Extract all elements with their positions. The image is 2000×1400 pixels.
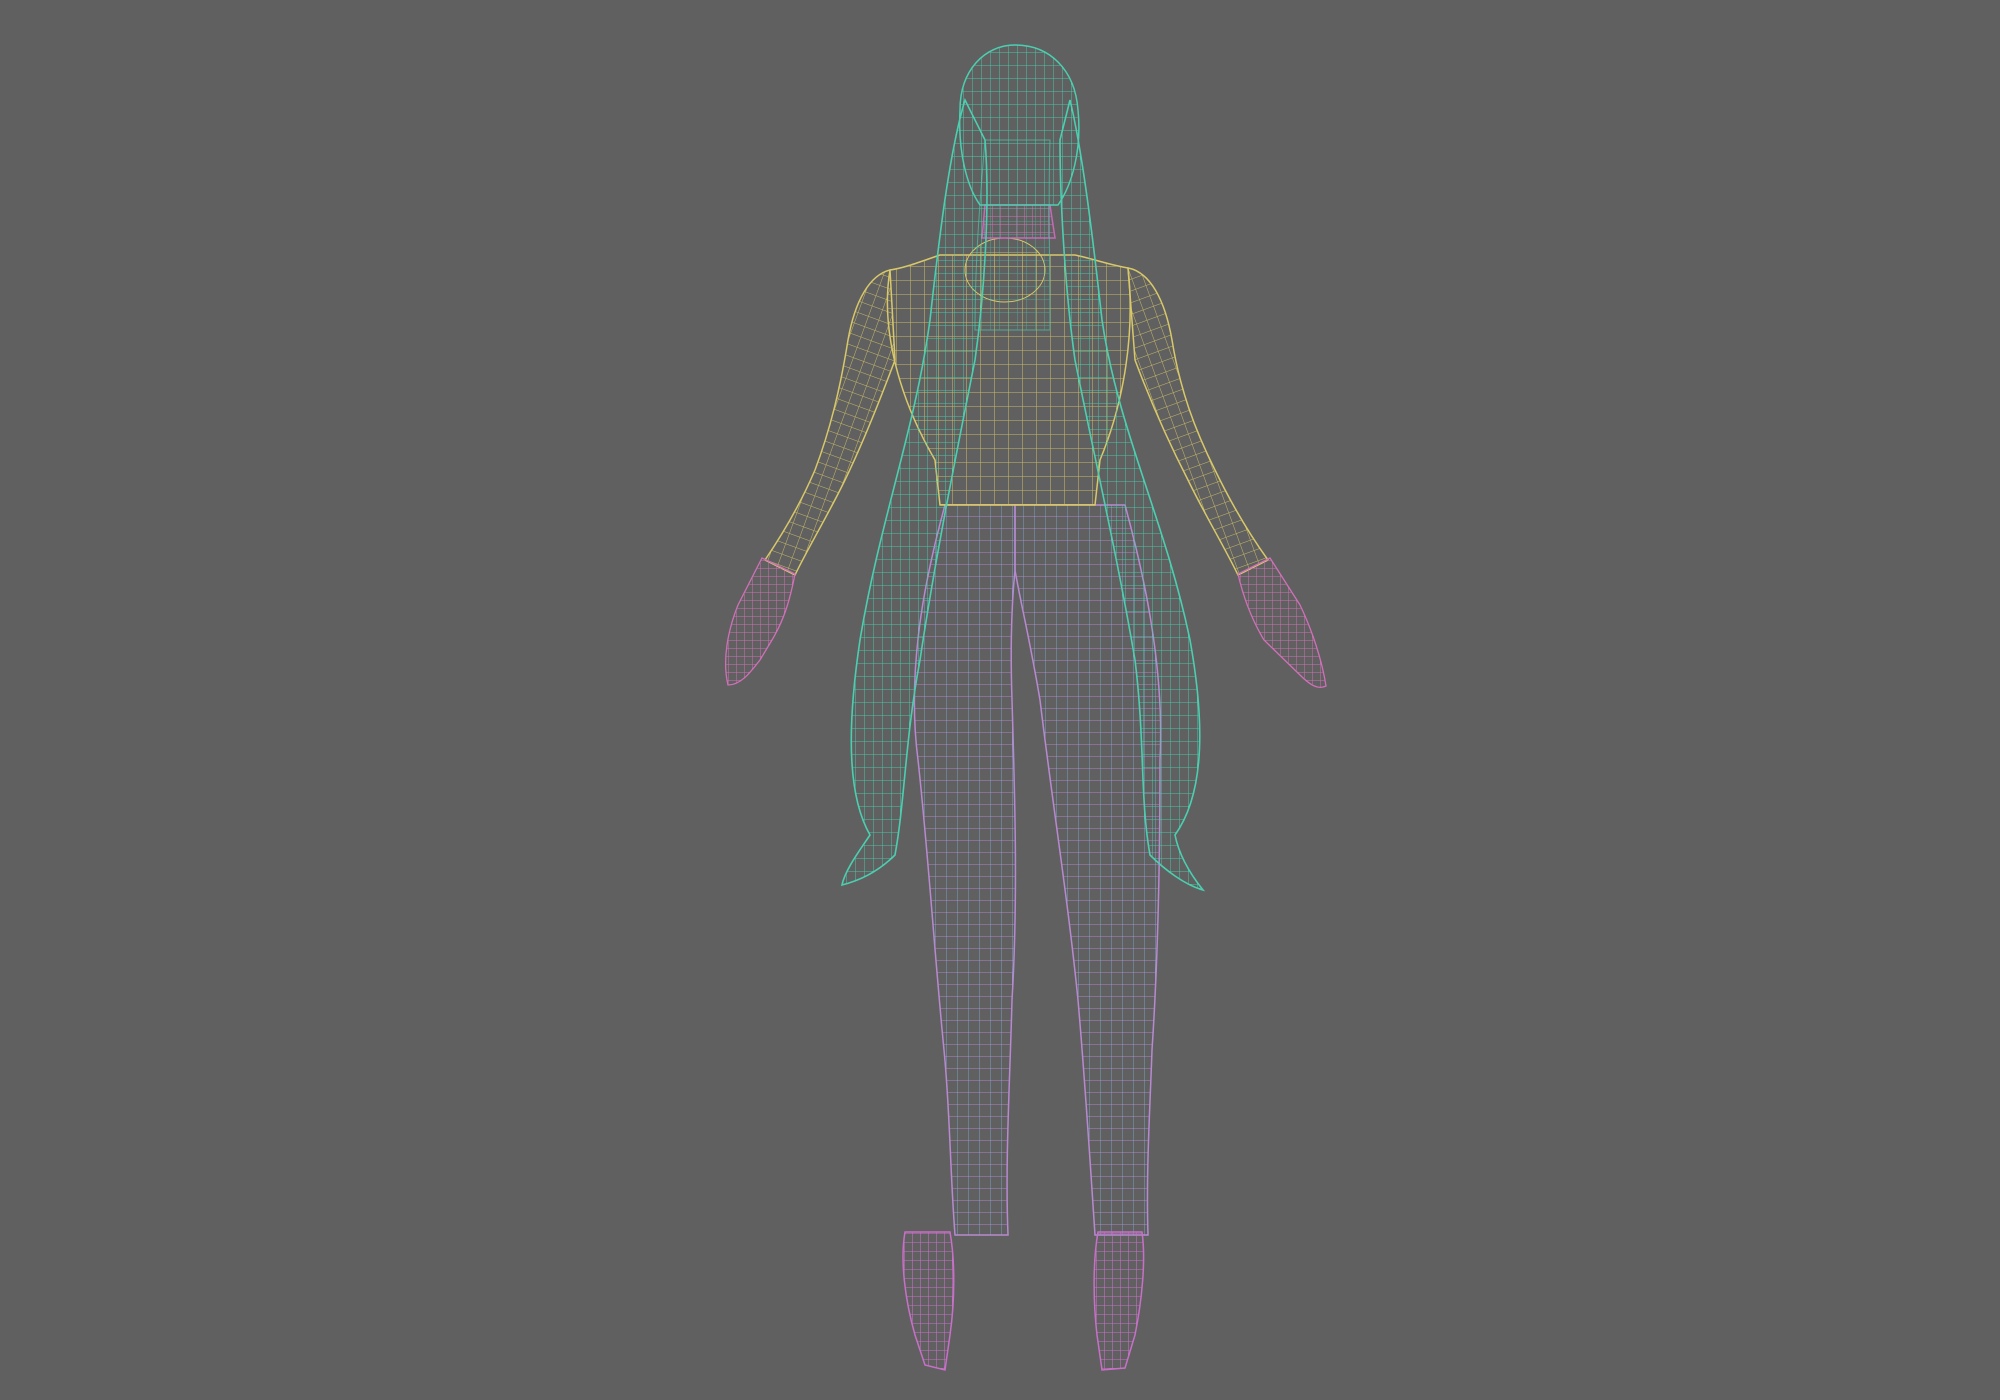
3d-viewport[interactable] [0,0,2000,1400]
wireframe-scene [0,0,2000,1400]
hair-back-panel [974,139,1051,331]
